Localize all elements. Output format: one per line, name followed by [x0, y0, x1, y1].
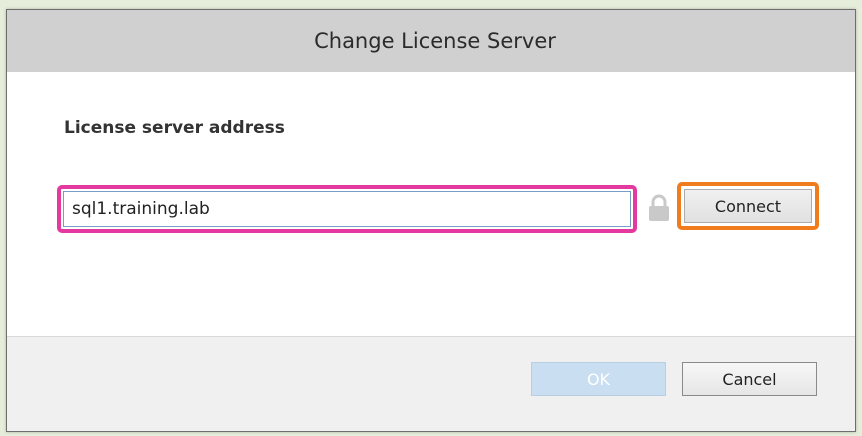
license-server-address-label: License server address	[64, 118, 285, 138]
dialog-footer: OK Cancel	[7, 336, 855, 431]
dialog-title: Change License Server	[314, 29, 556, 53]
connect-button-highlight: Connect	[677, 182, 819, 230]
license-server-address-input[interactable]: sql1.training.lab	[63, 191, 631, 227]
connect-button[interactable]: Connect	[684, 189, 812, 223]
lock-icon	[649, 194, 669, 221]
cancel-button[interactable]: Cancel	[682, 362, 817, 396]
change-license-server-dialog: Change License Server License server add…	[6, 9, 856, 432]
dialog-title-bar: Change License Server	[7, 10, 855, 73]
ok-button[interactable]: OK	[531, 362, 666, 396]
dialog-content: License server address sql1.training.lab…	[7, 72, 855, 337]
license-server-address-field[interactable]: sql1.training.lab	[57, 185, 637, 233]
